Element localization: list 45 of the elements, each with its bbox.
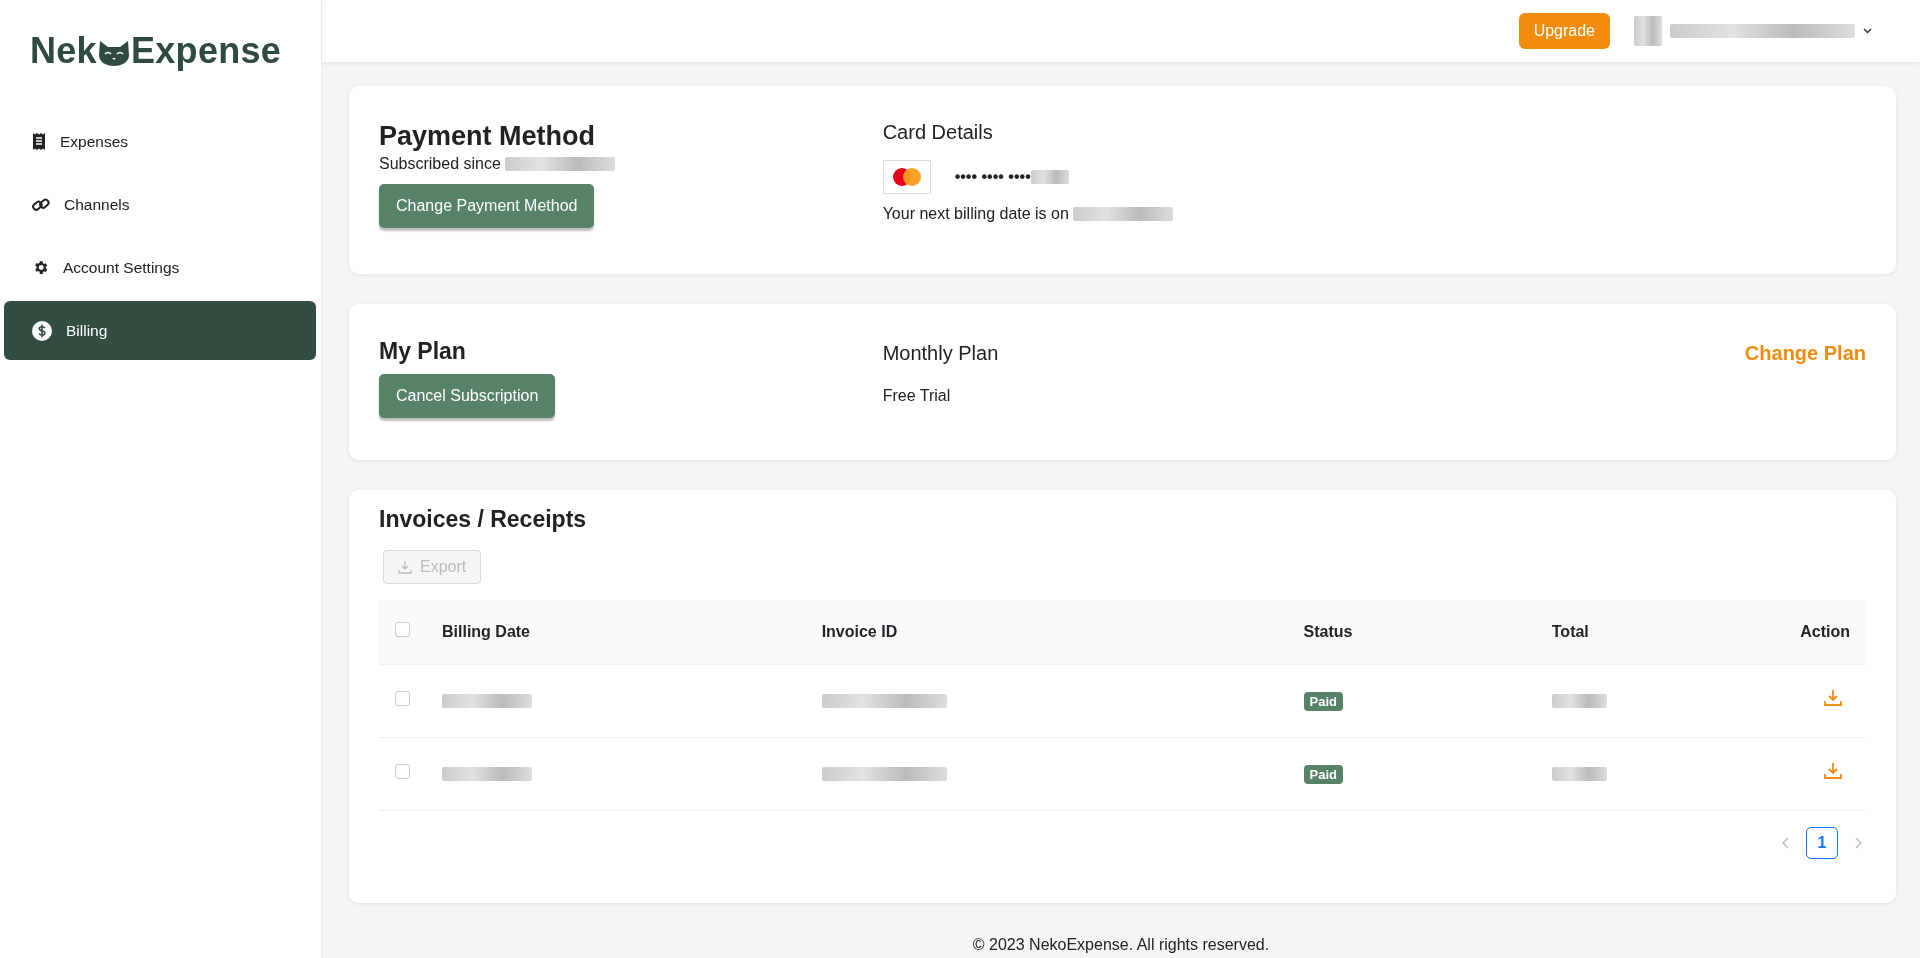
redacted-amount: [1551, 767, 1607, 782]
change-payment-button[interactable]: Change Payment Method: [379, 184, 595, 229]
settings-icon: [32, 259, 49, 276]
column-header: Total: [1535, 599, 1785, 665]
status-tag: Paid: [1303, 764, 1343, 784]
row-checkbox[interactable]: [395, 763, 410, 779]
card-details-title: Card Details: [882, 120, 994, 144]
sidebar-item[interactable]: Billing: [4, 301, 316, 360]
sidebar-item[interactable]: Account Settings: [4, 238, 316, 297]
card-number: •••• •••• ••••: [954, 167, 1031, 187]
column-header: Status: [1287, 599, 1536, 665]
section-title: Invoices / Receipts: [379, 506, 588, 534]
status-tag: Paid: [1303, 691, 1343, 711]
page-button[interactable]: 1: [1806, 826, 1838, 859]
column-header: Action: [1784, 599, 1866, 665]
column-header: Invoice ID: [805, 599, 1288, 665]
section-title: Payment Method: [379, 120, 597, 153]
redacted-amount: [1551, 694, 1607, 709]
card-brand-icon: [882, 160, 931, 194]
link-icon: [32, 195, 50, 214]
change-plan-link[interactable]: Change Plan: [1744, 342, 1866, 365]
receipt-icon: [32, 133, 46, 150]
sidebar-item[interactable]: Channels: [4, 175, 316, 234]
chevron-down-icon: [1863, 28, 1872, 34]
row-checkbox[interactable]: [395, 690, 410, 706]
download-icon[interactable]: [1824, 688, 1842, 706]
footer-text: © 2023 NekoExpense. All rights reserved.: [972, 935, 1270, 953]
plan-status: Free Trial: [882, 386, 952, 407]
subscribed-label: Subscribed since: [379, 154, 501, 175]
redacted-digits: [1030, 170, 1069, 184]
cat-face-icon: [96, 39, 131, 68]
select-all-checkbox[interactable]: [395, 621, 410, 637]
column-header: Billing Date: [426, 599, 806, 665]
dollar-icon: [32, 320, 52, 341]
sidebar-item[interactable]: Expenses: [4, 112, 316, 171]
user-menu[interactable]: [1634, 16, 1872, 46]
plan-name: Monthly Plan: [882, 341, 1000, 367]
download-icon: [398, 559, 412, 574]
app-logo: Nek Expense: [29, 29, 283, 73]
cancel-subscription-button[interactable]: Cancel Subscription: [379, 374, 556, 418]
avatar-placeholder: [1634, 16, 1662, 46]
download-icon[interactable]: [1824, 761, 1842, 779]
section-title: My Plan: [379, 338, 467, 366]
next-billing-text: Your next billing date is on: [882, 204, 1069, 224]
upgrade-button[interactable]: Upgrade: [1518, 13, 1610, 49]
